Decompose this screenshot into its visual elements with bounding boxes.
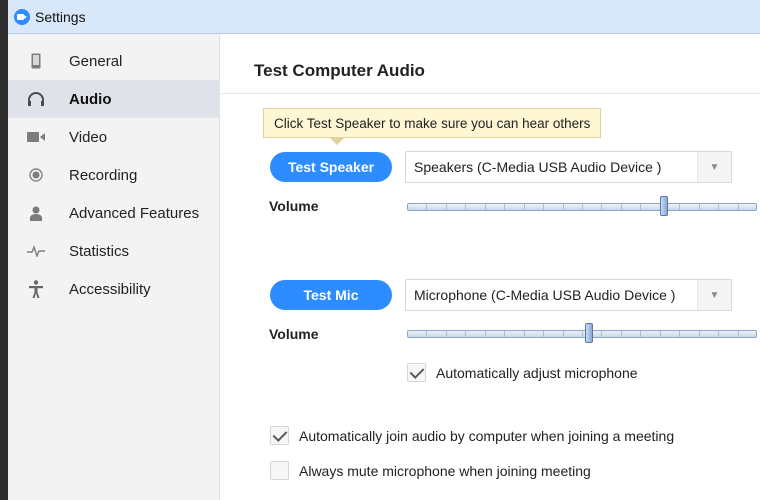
auto-adjust-mic-checkbox[interactable] (407, 363, 426, 382)
audio-settings-panel: Test Computer Audio Click Test Speaker t… (221, 34, 760, 500)
zoom-logo-icon (14, 9, 30, 25)
slider-tick (582, 331, 583, 337)
slider-tick (582, 204, 583, 210)
slider-tick (621, 331, 622, 337)
slider-tick (426, 331, 427, 337)
slider-tick (640, 331, 641, 337)
slider-tick (563, 204, 564, 210)
accessibility-icon (26, 270, 46, 308)
video-camera-icon (26, 118, 46, 156)
sidebar-item-label: Advanced Features (69, 204, 200, 222)
slider-tick (485, 204, 486, 210)
sidebar-item-label: Video (69, 128, 108, 146)
test-mic-button[interactable]: Test Mic (270, 280, 392, 310)
slider-tick (640, 204, 641, 210)
slider-tick (738, 331, 739, 337)
sidebar-item-label: Statistics (69, 242, 130, 260)
record-icon (26, 156, 46, 194)
slider-thumb[interactable] (660, 196, 668, 216)
sidebar-item-label: Accessibility (69, 280, 151, 298)
sidebar-item-general[interactable]: General (8, 42, 220, 80)
window-title: Settings (35, 9, 86, 25)
slider-tick (446, 331, 447, 337)
auto-adjust-mic-label: Automatically adjust microphone (436, 364, 638, 381)
auto-join-audio-checkbox[interactable] (270, 426, 289, 445)
speaker-volume-slider[interactable] (407, 196, 757, 216)
pulse-icon (26, 232, 46, 270)
auto-join-audio-option[interactable]: Automatically join audio by computer whe… (270, 426, 674, 445)
slider-tick (601, 204, 602, 210)
mute-mic-checkbox[interactable] (270, 461, 289, 480)
sidebar-item-statistics[interactable]: Statistics (8, 232, 220, 270)
slider-tick (738, 204, 739, 210)
person-icon (26, 194, 46, 232)
slider-tick (699, 204, 700, 210)
speaker-device-select[interactable]: Speakers (C-Media USB Audio Device ) ▼ (405, 151, 732, 183)
auto-join-audio-label: Automatically join audio by computer whe… (299, 427, 675, 444)
sidebar-item-label: General (69, 52, 123, 70)
chevron-down-icon[interactable]: ▼ (697, 152, 731, 182)
slider-tick (504, 204, 505, 210)
slider-tick (563, 331, 564, 337)
slider-tick (524, 204, 525, 210)
mic-volume-label: Volume (269, 326, 319, 342)
slider-tick (465, 204, 466, 210)
sidebar-item-audio[interactable]: Audio (8, 80, 220, 118)
microphone-device-select[interactable]: Microphone (C-Media USB Audio Device ) ▼ (405, 279, 732, 311)
slider-tick (524, 331, 525, 337)
mute-mic-label: Always mute microphone when joining meet… (299, 462, 591, 479)
microphone-device-value: Microphone (C-Media USB Audio Device ) (414, 287, 676, 303)
slider-tick (465, 331, 466, 337)
sidebar-item-label: Audio (69, 90, 112, 108)
slider-tick (485, 331, 486, 337)
sidebar-item-label: Recording (69, 166, 138, 184)
chevron-down-icon[interactable]: ▼ (697, 280, 731, 310)
auto-adjust-mic-option[interactable]: Automatically adjust microphone (407, 363, 638, 382)
slider-tick (679, 204, 680, 210)
settings-sidebar: General Audio Video Recording Advanced F (8, 34, 220, 500)
slider-tick (621, 204, 622, 210)
sidebar-item-recording[interactable]: Recording (8, 156, 220, 194)
slider-tick (543, 331, 544, 337)
test-speaker-button[interactable]: Test Speaker (270, 152, 392, 182)
slider-tick (660, 331, 661, 337)
slider-tick (601, 331, 602, 337)
slider-tick (446, 204, 447, 210)
mic-volume-slider[interactable] (407, 323, 757, 343)
slider-tick (426, 204, 427, 210)
slider-tick (543, 204, 544, 210)
slider-tick (679, 331, 680, 337)
phone-icon (26, 42, 46, 80)
slider-tick (699, 331, 700, 337)
mute-mic-option[interactable]: Always mute microphone when joining meet… (270, 461, 591, 480)
settings-window: Settings General Audio Video Recording A… (0, 0, 760, 500)
slider-tick (718, 331, 719, 337)
headphones-icon (26, 80, 46, 118)
speaker-volume-label: Volume (269, 198, 319, 214)
slider-tick (718, 204, 719, 210)
sidebar-item-video[interactable]: Video (8, 118, 220, 156)
slider-tick (504, 331, 505, 337)
speaker-tooltip: Click Test Speaker to make sure you can … (263, 108, 602, 145)
section-divider (221, 93, 760, 94)
title-bar[interactable]: Settings (8, 0, 760, 34)
slider-thumb[interactable] (585, 323, 593, 343)
section-title: Test Computer Audio (254, 61, 425, 80)
sidebar-item-accessibility[interactable]: Accessibility (8, 270, 220, 308)
sidebar-item-advanced-features[interactable]: Advanced Features (8, 194, 220, 232)
speaker-device-value: Speakers (C-Media USB Audio Device ) (414, 159, 662, 175)
